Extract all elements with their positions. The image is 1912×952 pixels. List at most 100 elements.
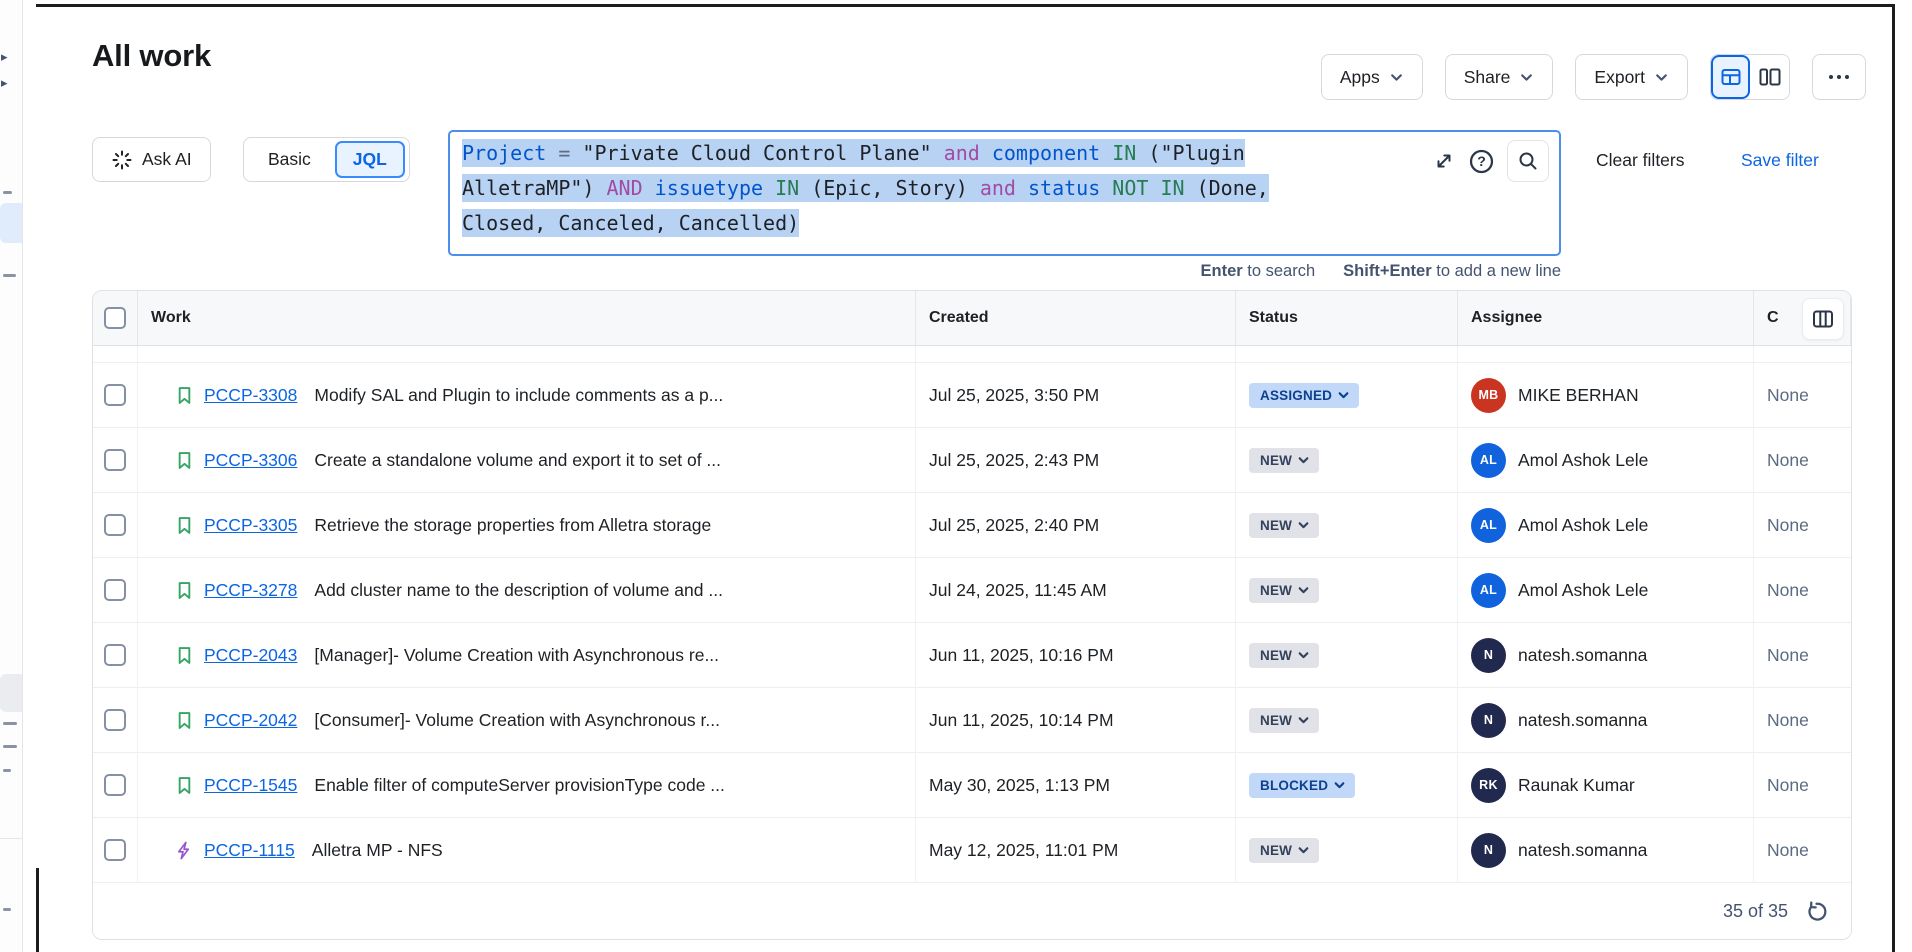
status-cell: NEW [1236, 623, 1458, 687]
sidebar-hovered-item-fragment[interactable] [0, 674, 22, 712]
row-checkbox[interactable] [104, 514, 126, 536]
issue-key-link[interactable]: PCCP-1545 [204, 775, 297, 796]
row-checkbox[interactable] [104, 839, 126, 861]
export-button[interactable]: Export [1575, 54, 1688, 100]
created-cell: Jul 24, 2025, 11:45 AM [916, 558, 1236, 622]
row-checkbox[interactable] [104, 579, 126, 601]
row-checkbox-cell [93, 818, 138, 882]
header-assignee[interactable]: Assignee [1458, 291, 1754, 345]
sidebar-collapsed: ▸ ▸ [0, 0, 23, 952]
comments-cell: None [1754, 753, 1851, 817]
header-created[interactable]: Created [916, 291, 1236, 345]
table-row[interactable]: PCCP-2042 [Consumer]- Volume Creation wi… [93, 688, 1851, 753]
table-row[interactable]: PCCP-1115 Alletra MP - NFS May 12, 2025,… [93, 818, 1851, 883]
expand-editor-button[interactable] [1432, 149, 1456, 173]
row-checkbox[interactable] [104, 774, 126, 796]
status-badge[interactable]: NEW [1249, 578, 1319, 603]
table-row[interactable]: PCCP-2043 [Manager]- Volume Creation wit… [93, 623, 1851, 688]
hint-shift-enter-key: Shift+Enter [1343, 262, 1431, 280]
jql-input[interactable]: Project = "Private Cloud Control Plane" … [448, 130, 1561, 256]
status-cell: NEW [1236, 493, 1458, 557]
row-checkbox[interactable] [104, 709, 126, 731]
table-row[interactable]: PCCP-3308 Modify SAL and Plugin to inclu… [93, 363, 1851, 428]
work-cell: PCCP-2043 [Manager]- Volume Creation wit… [138, 623, 916, 687]
share-button-label: Share [1464, 67, 1511, 88]
row-checkbox-cell [93, 558, 138, 622]
status-badge[interactable]: ASSIGNED [1249, 383, 1359, 408]
issue-key-link[interactable]: PCCP-2043 [204, 645, 297, 666]
mode-basic-button[interactable]: Basic [244, 149, 335, 170]
sidebar-divider [0, 838, 22, 839]
work-cell: PCCP-1545 Enable filter of computeServer… [138, 753, 916, 817]
export-button-label: Export [1594, 67, 1645, 88]
assignee-cell: RK Raunak Kumar [1458, 753, 1754, 817]
table-row[interactable]: PCCP-3305 Retrieve the storage propertie… [93, 493, 1851, 558]
issue-key-link[interactable]: PCCP-1115 [204, 840, 295, 861]
run-search-button[interactable] [1507, 140, 1549, 182]
created-cell: May 12, 2025, 11:01 PM [916, 818, 1236, 882]
issue-key-link[interactable]: PCCP-3308 [204, 385, 297, 406]
issue-summary[interactable]: Enable filter of computeServer provision… [314, 775, 725, 796]
issue-summary[interactable]: Create a standalone volume and export it… [314, 450, 721, 471]
comments-cell: None [1754, 363, 1851, 427]
story-icon [174, 645, 195, 666]
avatar: AL [1471, 508, 1506, 543]
mode-jql-button[interactable]: JQL [335, 141, 405, 178]
assignee-cell: AL Amol Ashok Lele [1458, 428, 1754, 492]
issue-key-link[interactable]: PCCP-3305 [204, 515, 297, 536]
more-actions-button[interactable] [1812, 54, 1866, 100]
manage-columns-button[interactable] [1802, 298, 1844, 340]
row-checkbox[interactable] [104, 384, 126, 406]
header-status[interactable]: Status [1236, 291, 1458, 345]
status-badge[interactable]: NEW [1249, 643, 1319, 668]
syntax-help-button[interactable]: ? [1468, 148, 1495, 175]
chevron-right-icon[interactable]: ▸ [1, 50, 8, 63]
table-row[interactable]: PCCP-1545 Enable filter of computeServer… [93, 753, 1851, 818]
assignee-cell: N natesh.somanna [1458, 688, 1754, 752]
header-work[interactable]: Work [138, 291, 916, 345]
save-filter-button[interactable]: Save filter [1741, 150, 1819, 171]
chevron-right-icon[interactable]: ▸ [1, 76, 8, 89]
share-button[interactable]: Share [1445, 54, 1554, 100]
status-badge[interactable]: BLOCKED [1249, 773, 1355, 798]
issue-summary[interactable]: Retrieve the storage properties from All… [314, 515, 711, 536]
work-cell: PCCP-3306 Create a standalone volume and… [138, 428, 916, 492]
status-badge[interactable]: NEW [1249, 708, 1319, 733]
ask-ai-button[interactable]: Ask AI [92, 137, 211, 182]
issue-summary[interactable]: [Consumer]- Volume Creation with Asynchr… [314, 710, 720, 731]
issue-summary[interactable]: Add cluster name to the description of v… [314, 580, 723, 601]
status-badge[interactable]: NEW [1249, 448, 1319, 473]
clear-filters-button[interactable]: Clear filters [1596, 150, 1685, 171]
avatar: MB [1471, 378, 1506, 413]
select-all-checkbox[interactable] [104, 307, 126, 329]
avatar: RK [1471, 768, 1506, 803]
avatar: N [1471, 833, 1506, 868]
row-checkbox-cell [93, 363, 138, 427]
row-checkbox[interactable] [104, 449, 126, 471]
issue-key-link[interactable]: PCCP-3278 [204, 580, 297, 601]
assignee-cell: AL Amol Ashok Lele [1458, 558, 1754, 622]
detail-view-button[interactable] [1750, 55, 1789, 99]
issue-summary[interactable]: Alletra MP - NFS [312, 840, 443, 861]
issue-key-link[interactable]: PCCP-2042 [204, 710, 297, 731]
sidebar-selected-item-fragment[interactable] [0, 203, 22, 243]
jql-query-text: Project = "Private Cloud Control Plane" … [462, 136, 1427, 241]
story-icon [174, 385, 195, 406]
row-checkbox-cell [93, 428, 138, 492]
status-badge[interactable]: NEW [1249, 513, 1319, 538]
row-checkbox-cell [93, 688, 138, 752]
table-view-button[interactable] [1711, 55, 1750, 99]
table-row[interactable]: PCCP-3278 Add cluster name to the descri… [93, 558, 1851, 623]
refresh-icon[interactable] [1804, 899, 1829, 924]
comments-cell: None [1754, 558, 1851, 622]
row-checkbox[interactable] [104, 644, 126, 666]
issue-summary[interactable]: [Manager]- Volume Creation with Asynchro… [314, 645, 719, 666]
chevron-down-icon [1297, 714, 1310, 727]
table-row[interactable]: PCCP-3306 Create a standalone volume and… [93, 428, 1851, 493]
chevron-down-icon [1519, 70, 1534, 85]
status-badge[interactable]: NEW [1249, 838, 1319, 863]
apps-button[interactable]: Apps [1321, 54, 1423, 100]
table-view-icon [1719, 65, 1743, 89]
issue-summary[interactable]: Modify SAL and Plugin to include comment… [314, 385, 723, 406]
issue-key-link[interactable]: PCCP-3306 [204, 450, 297, 471]
